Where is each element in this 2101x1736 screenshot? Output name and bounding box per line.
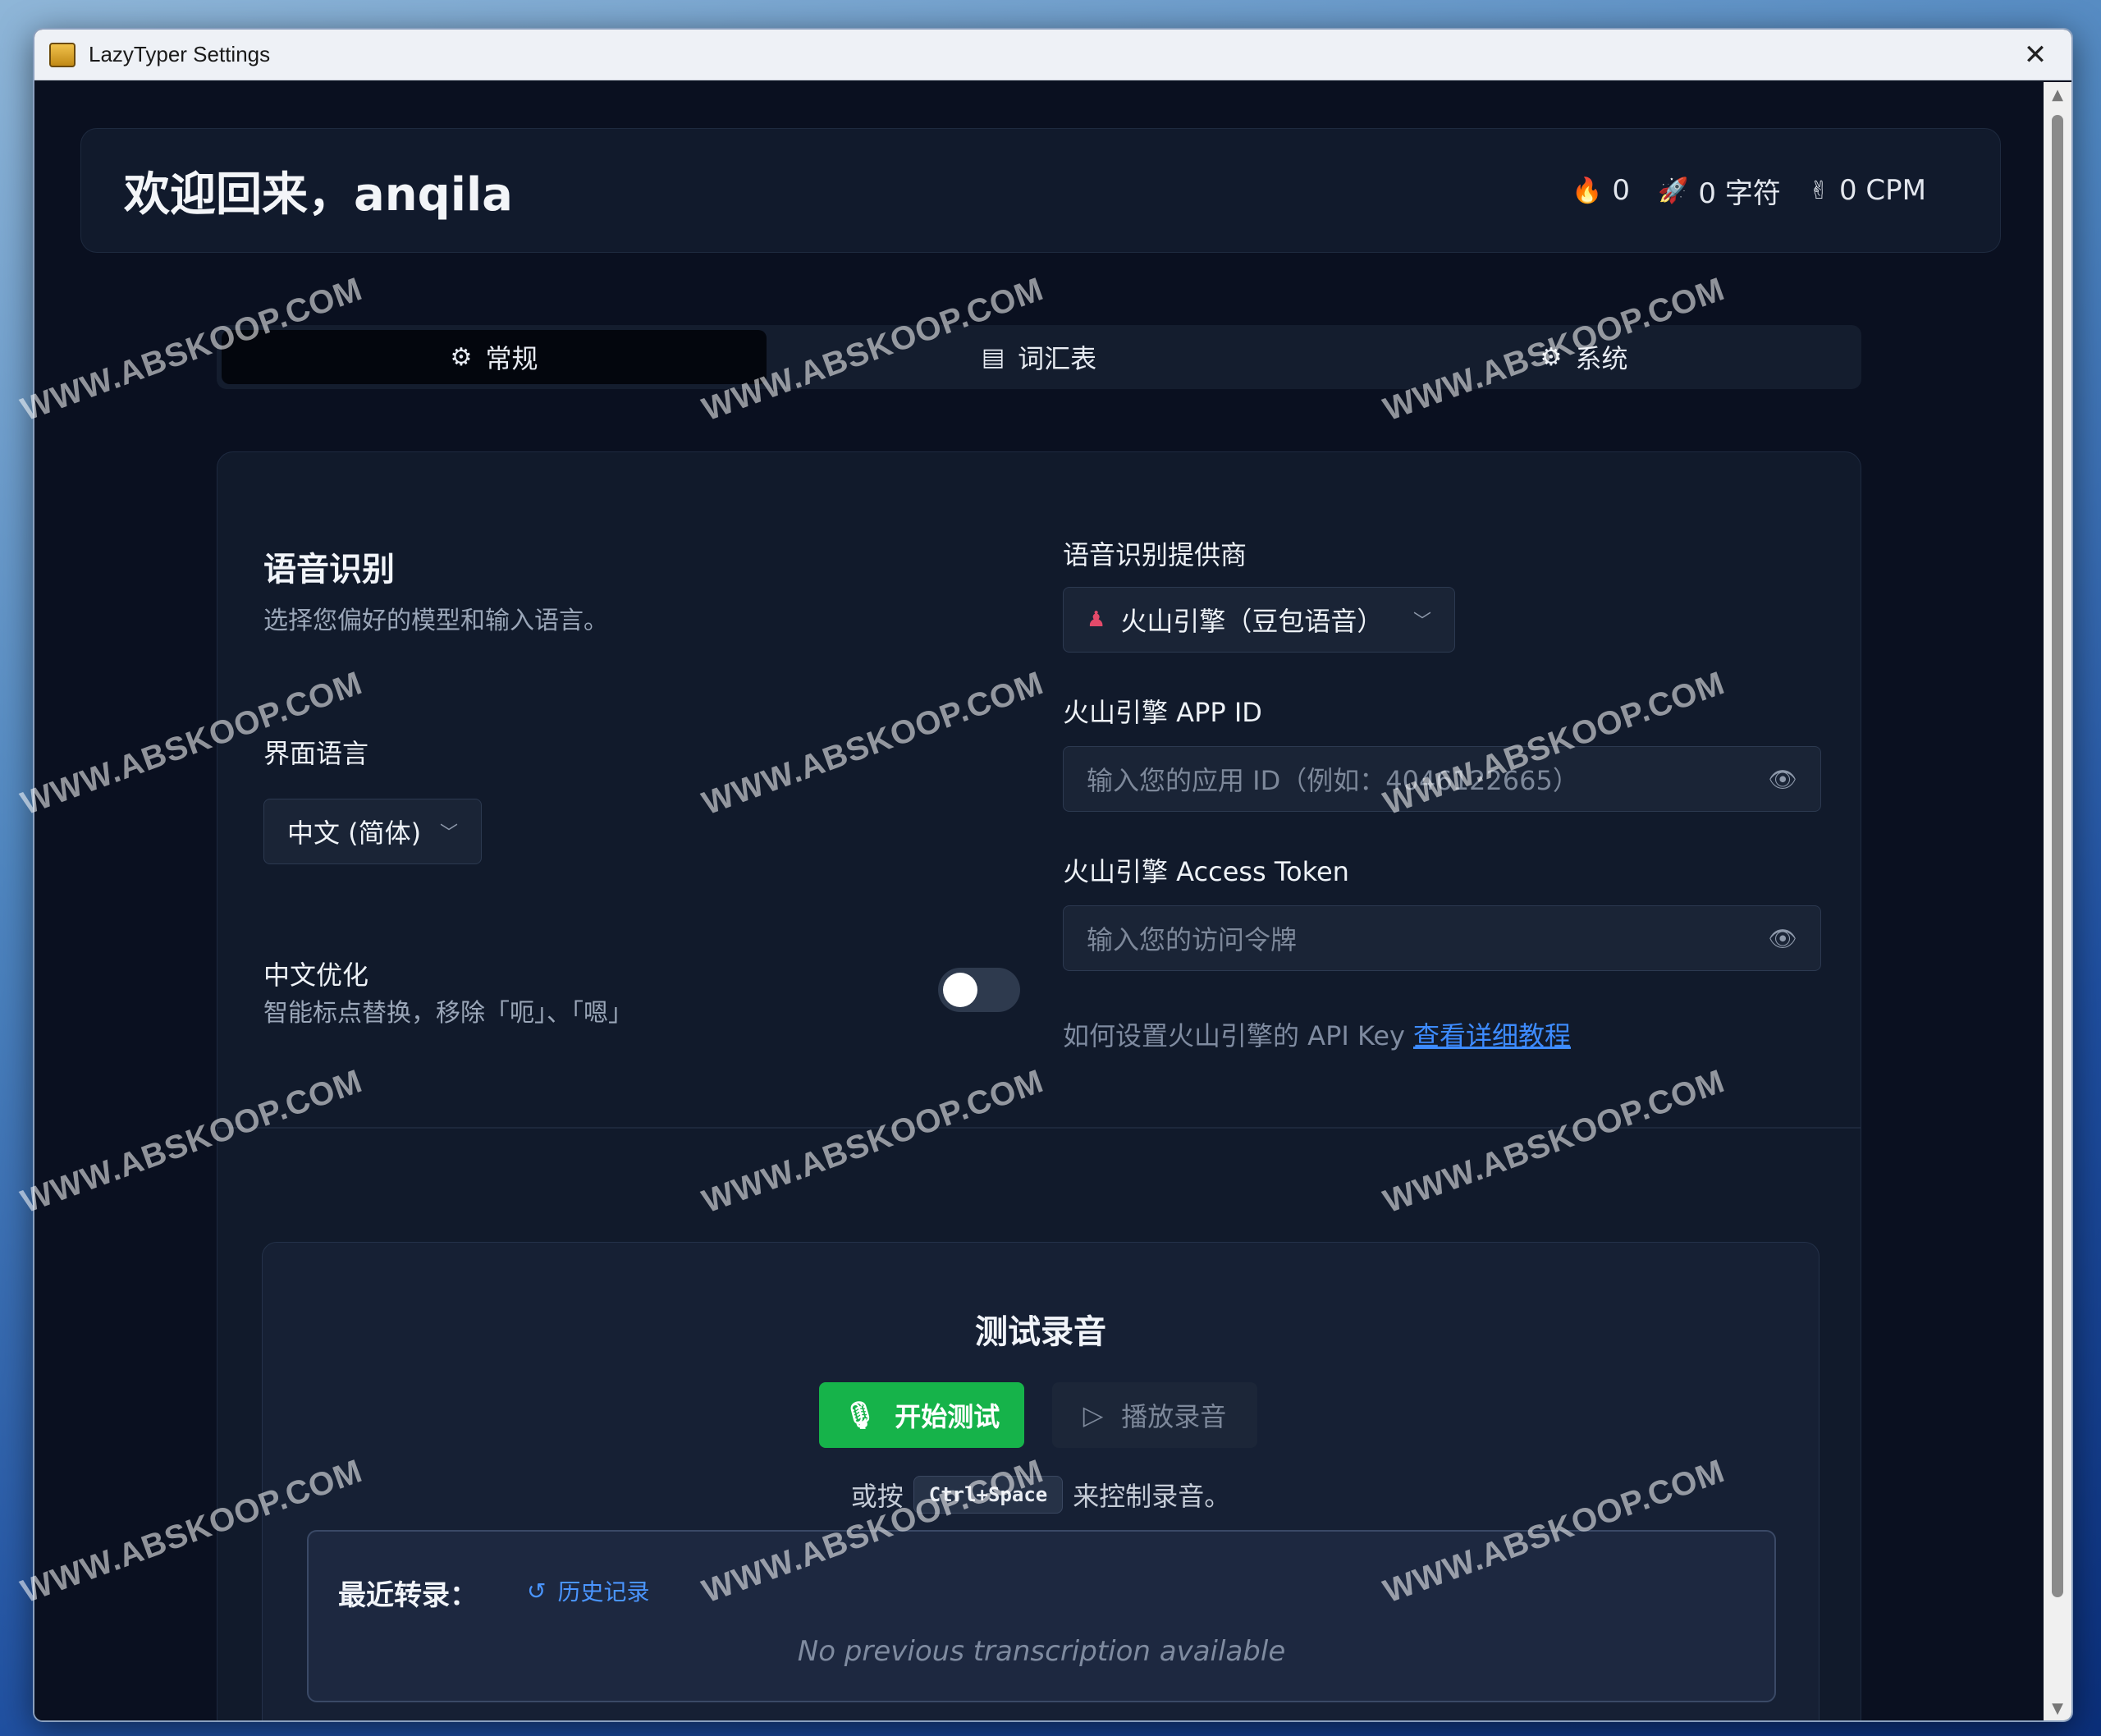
tab-general-label: 常规 [485, 343, 538, 374]
close-icon: ✕ [2023, 38, 2048, 71]
no-transcription-text: No previous transcription available [797, 1635, 1286, 1668]
provider-select[interactable]: ♟ 火山引擎（豆包语音） ﹀ [1063, 587, 1455, 653]
tab-vocabulary-label: 词汇表 [1018, 343, 1097, 374]
recent-label: 最近转录： [338, 1579, 478, 1612]
appid-placeholder: 输入您的应用 ID（例如：4046122665） [1087, 765, 1579, 796]
settings-panel: 语音识别 选择您偏好的模型和输入语言。 界面语言 中文 (简体) ﹀ 中文优化 … [217, 451, 1861, 1720]
hotkey-hint: 或按 Ctrl+Space 来控制录音。 [263, 1476, 1819, 1514]
section-desc: 选择您偏好的模型和输入语言。 [263, 607, 608, 635]
help-line: 如何设置火山引擎的 API Key 查看详细教程 [1063, 1015, 1571, 1053]
rocket-icon: 🚀 [1658, 176, 1689, 205]
history-icon: ↺ [527, 1577, 547, 1605]
stat-streak-value: 0 [1612, 174, 1631, 207]
history-button[interactable]: ↺ 历史记录 [527, 1574, 649, 1607]
microphone-icon: 🎙 [843, 1399, 877, 1431]
play-recording-button[interactable]: ▷ 播放录音 [1052, 1382, 1257, 1448]
settings-window: LazyTyper Settings ✕ 欢迎回来，anqila 🔥 0 🚀 0… [33, 28, 2073, 1722]
window-title: LazyTyper Settings [89, 42, 271, 66]
divider [217, 1127, 1861, 1129]
chevron-down-icon: ﹀ [1412, 611, 1431, 632]
hotkey-badge: Ctrl+Space [913, 1476, 1064, 1514]
start-test-button[interactable]: 🎙 开始测试 [819, 1382, 1024, 1448]
stats-bar: 🔥 0 🚀 0 字符 ✌ 0 CPM [1572, 171, 1926, 211]
document-icon: ▤ [981, 342, 1005, 372]
scroll-down-icon[interactable]: ▼ [2044, 1696, 2071, 1720]
ui-language-select[interactable]: 中文 (简体) ﹀ [263, 799, 482, 864]
close-button[interactable]: ✕ [2014, 34, 2057, 76]
token-input[interactable]: 输入您的访问令牌 👁 [1063, 905, 1821, 971]
hand-icon: ✌ [1808, 176, 1829, 205]
tab-system[interactable]: ⚙ 系统 [1311, 330, 1856, 384]
ui-language-label: 界面语言 [263, 738, 369, 769]
app-icon [49, 42, 76, 67]
stat-cpm: ✌ 0 CPM [1809, 174, 1926, 207]
test-recording-card: 测试录音 🎙 开始测试 ▷ 播放录音 或按 Ctrl+Space 来控制录音。 … [262, 1242, 1819, 1720]
start-test-label: 开始测试 [895, 1401, 1000, 1432]
provider-value: 火山引擎（豆包语音） [1120, 606, 1384, 637]
ui-language-value: 中文 (简体) [287, 818, 422, 849]
play-recording-label: 播放录音 [1121, 1401, 1227, 1432]
token-label: 火山引擎 Access Token [1063, 856, 1349, 887]
main-content: 欢迎回来，anqila 🔥 0 🚀 0 字符 ✌ 0 CPM ⚙ 常规 ▤ 词汇… [34, 82, 2044, 1720]
test-title: 测试录音 [975, 1313, 1106, 1351]
gear-icon: ⚙ [450, 342, 473, 372]
help-text: 如何设置火山引擎的 API Key [1063, 1020, 1405, 1051]
stat-streak: 🔥 0 [1572, 174, 1630, 207]
tab-general[interactable]: ⚙ 常规 [222, 330, 767, 384]
scroll-thumb[interactable] [2052, 115, 2063, 1597]
hint-prefix: 或按 [850, 1481, 904, 1512]
scroll-up-icon[interactable]: ▲ [2044, 82, 2071, 107]
chevron-down-icon: ﹀ [439, 823, 458, 844]
welcome-title: 欢迎回来，anqila [124, 167, 513, 222]
cn-opt-label: 中文优化 [263, 960, 369, 991]
stat-cpm-value: 0 CPM [1838, 174, 1926, 207]
play-icon: ▷ [1083, 1399, 1104, 1431]
eye-icon[interactable]: 👁 [1768, 925, 1797, 952]
fire-icon: 🔥 [1572, 176, 1603, 205]
appid-label: 火山引擎 APP ID [1063, 697, 1262, 728]
tab-system-label: 系统 [1575, 343, 1628, 374]
section-title: 语音识别 [263, 551, 395, 589]
welcome-card: 欢迎回来，anqila 🔥 0 🚀 0 字符 ✌ 0 CPM [80, 128, 2001, 253]
tab-bar: ⚙ 常规 ▤ 词汇表 ⚙ 系统 [217, 325, 1861, 389]
provider-label: 语音识别提供商 [1063, 539, 1247, 570]
settings-icon: ⚙ [1540, 342, 1563, 372]
scrollbar[interactable]: ▲ ▼ [2044, 82, 2071, 1720]
tutorial-link[interactable]: 查看详细教程 [1413, 1020, 1571, 1051]
cn-opt-desc: 智能标点替换，移除「呃」、「嗯」 [263, 999, 633, 1028]
title-bar: LazyTyper Settings ✕ [34, 30, 2071, 80]
recent-transcription-box: 最近转录： ↺ 历史记录 No previous transcription a… [307, 1530, 1776, 1702]
eye-icon[interactable]: 👁 [1768, 766, 1797, 793]
history-label: 历史记录 [557, 1578, 650, 1605]
toggle-knob [943, 973, 977, 1007]
tab-vocabulary[interactable]: ▤ 词汇表 [767, 330, 1311, 384]
stat-chars-value: 0 字符 [1698, 176, 1781, 210]
appid-input[interactable]: 输入您的应用 ID（例如：4046122665） 👁 [1063, 746, 1821, 812]
token-placeholder: 输入您的访问令牌 [1087, 924, 1298, 955]
stat-chars: 🚀 0 字符 [1658, 171, 1781, 211]
hint-suffix: 来控制录音。 [1073, 1481, 1231, 1512]
cn-opt-toggle[interactable] [938, 968, 1020, 1012]
volcano-icon: ♟ [1087, 607, 1106, 632]
